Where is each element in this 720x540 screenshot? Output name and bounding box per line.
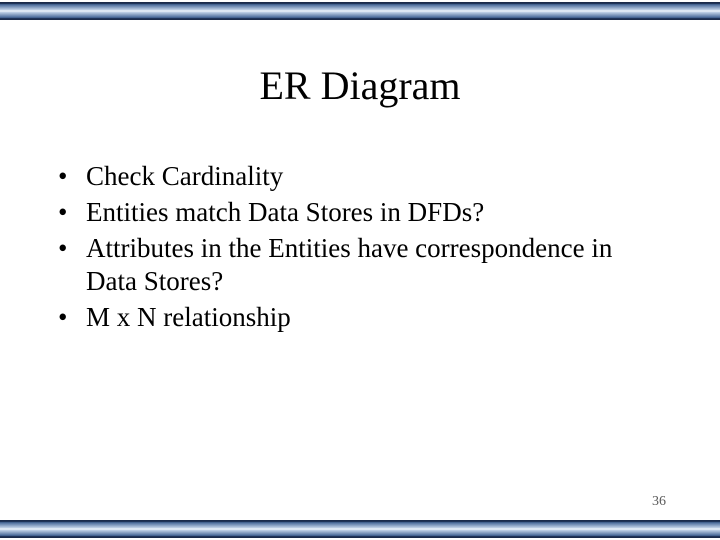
slide-title: ER Diagram [0,62,720,109]
slide-content: • Check Cardinality • Entities match Dat… [58,160,662,337]
bullet-icon: • [58,232,86,300]
top-divider-bar [0,2,720,20]
bullet-text: Check Cardinality [86,160,662,194]
list-item: • M x N relationship [58,301,662,335]
bottom-divider-bar [0,520,720,538]
bullet-text: Attributes in the Entities have correspo… [86,232,662,300]
bullet-text: Entities match Data Stores in DFDs? [86,196,662,230]
bullet-icon: • [58,196,86,230]
list-item: • Check Cardinality [58,160,662,194]
bullet-icon: • [58,160,86,194]
list-item: • Attributes in the Entities have corres… [58,232,662,300]
list-item: • Entities match Data Stores in DFDs? [58,196,662,230]
page-number: 36 [652,494,666,510]
bullet-icon: • [58,301,86,335]
bullet-text: M x N relationship [86,301,662,335]
